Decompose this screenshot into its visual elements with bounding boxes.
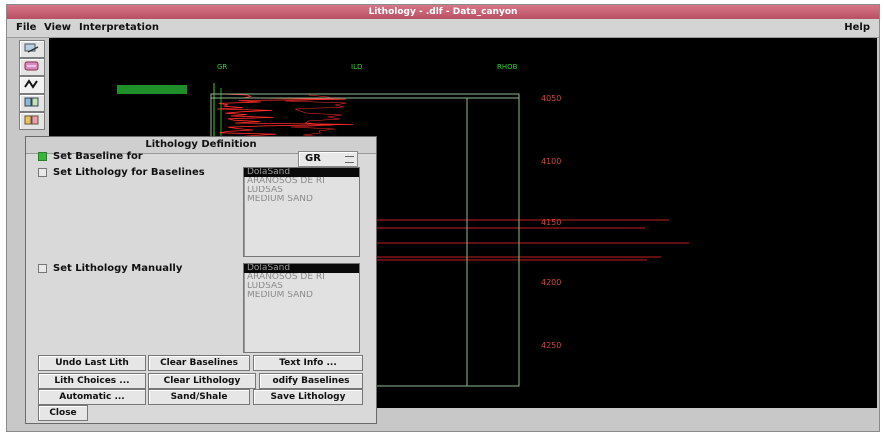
grid-icon xyxy=(24,97,39,107)
panel-tool-button[interactable] xyxy=(19,112,45,130)
baseline-curve-value: GR xyxy=(305,153,321,164)
radio-unselected-icon[interactable] xyxy=(38,263,47,273)
depth-label: 4150 xyxy=(541,218,561,227)
list-item[interactable]: DolaSand xyxy=(244,168,359,177)
sand-shale-button[interactable]: Sand/Shale xyxy=(148,389,250,405)
menu-help[interactable]: Help xyxy=(841,19,873,37)
set-lithology-baselines-label: Set Lithology for Baselines xyxy=(53,167,205,178)
track-header-gr: GR xyxy=(217,63,227,71)
selected-baseline-marker[interactable] xyxy=(117,85,187,94)
depth-label: 4050 xyxy=(541,94,561,103)
zigzag-tool-button[interactable] xyxy=(19,76,45,94)
list-item[interactable]: MEDIUM SAND xyxy=(244,195,359,204)
zigzag-icon xyxy=(24,79,38,89)
list-item[interactable]: ARANOSOS DE RI xyxy=(244,177,359,186)
lith-choices-button[interactable]: Lith Choices ... xyxy=(38,373,146,389)
menu-file[interactable]: File xyxy=(13,19,39,37)
list-item[interactable]: LUDSAS xyxy=(244,282,359,291)
interpret-tool-button[interactable] xyxy=(19,40,45,58)
track-header-rhob: RHOB xyxy=(497,63,518,71)
baseline-curve-select[interactable]: GR xyxy=(298,151,358,167)
set-lithology-manually-label: Set Lithology Manually xyxy=(53,263,183,274)
list-item[interactable]: MEDIUM SAND xyxy=(244,291,359,300)
radio-selected-icon[interactable] xyxy=(38,151,47,161)
interpret-icon xyxy=(24,43,39,53)
depth-label: 4250 xyxy=(541,341,561,350)
automatic-button[interactable]: Automatic ... xyxy=(38,389,146,405)
tool-palette xyxy=(7,38,49,130)
list-item[interactable]: LUDSAS xyxy=(244,186,359,195)
depth-label: 4200 xyxy=(541,278,561,287)
depth-label: 4100 xyxy=(541,157,561,166)
save-lithology-button[interactable]: Save Lithology xyxy=(253,389,363,405)
set-lithology-baselines-option[interactable]: Set Lithology for Baselines xyxy=(38,167,205,178)
clear-lithology-button[interactable]: Clear Lithology xyxy=(148,373,256,389)
panel-icon xyxy=(24,115,39,125)
lithology-list-baselines[interactable]: DolaSand ARANOSOS DE RI LUDSAS MEDIUM SA… xyxy=(243,167,360,257)
radio-unselected-icon[interactable] xyxy=(38,167,47,177)
list-item[interactable]: DolaSand xyxy=(244,264,359,273)
track-header-ild: ILD xyxy=(351,63,362,71)
set-lithology-manually-option[interactable]: Set Lithology Manually xyxy=(38,263,182,274)
lithology-list-manual[interactable]: DolaSand ARANOSOS DE RI LUDSAS MEDIUM SA… xyxy=(243,263,360,353)
set-baseline-label: Set Baseline for xyxy=(53,151,143,162)
list-item[interactable]: ARANOSOS DE RI xyxy=(244,273,359,282)
grid-tool-button[interactable] xyxy=(19,94,45,112)
menu-interpretation[interactable]: Interpretation xyxy=(76,19,162,37)
window-title: Lithology - .dlf - Data_canyon xyxy=(7,5,879,19)
layers-tool-button[interactable] xyxy=(19,58,45,76)
option-menu-icon xyxy=(345,156,354,163)
set-baseline-option[interactable]: Set Baseline for xyxy=(38,151,143,162)
text-info-button[interactable]: Text Info ... xyxy=(253,355,363,371)
menu-view[interactable]: View xyxy=(41,19,74,37)
undo-last-lith-button[interactable]: Undo Last Lith xyxy=(38,355,146,371)
clear-baselines-button[interactable]: Clear Baselines xyxy=(148,355,250,371)
layers-icon xyxy=(24,61,39,71)
menu-bar: File View Interpretation Help xyxy=(7,19,879,38)
modify-baselines-button[interactable]: odify Baselines xyxy=(259,373,363,389)
close-button[interactable]: Close xyxy=(38,405,88,421)
lithology-definition-dialog: Lithology Definition Set Baseline for GR… xyxy=(25,136,377,424)
